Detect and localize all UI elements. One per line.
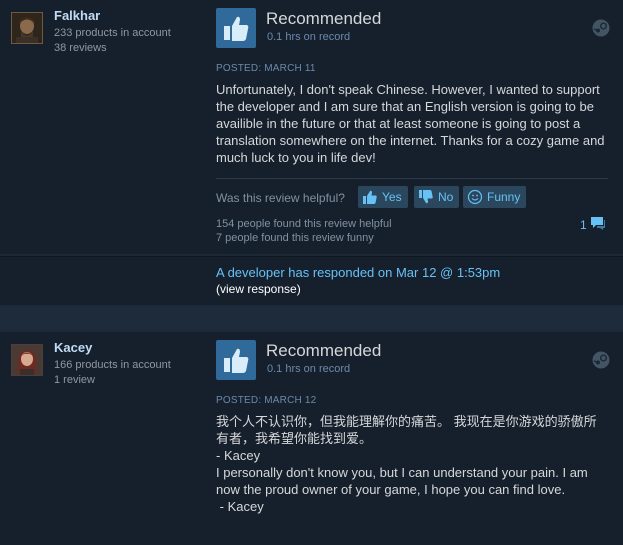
hours-on-record: 0.1 hrs on record <box>267 31 351 43</box>
author-products[interactable]: 233 products in account <box>54 26 171 41</box>
comments-button[interactable]: 1 <box>580 215 606 234</box>
vote-no-label: No <box>438 190 454 204</box>
developer-response-panel <box>0 256 623 305</box>
vote-funny-label: Funny <box>487 190 521 204</box>
author-reviews[interactable]: 38 reviews <box>54 41 107 56</box>
avatar[interactable] <box>11 12 43 44</box>
author-name[interactable]: Kacey <box>54 340 92 355</box>
divider <box>216 178 608 179</box>
developer-response-link[interactable]: A developer has responded on Mar 12 @ 1:… <box>216 265 500 280</box>
review-card: Kacey 166 products in account 1 review R… <box>0 332 623 545</box>
review-text: Unfortunately, I don't speak Chinese. Ho… <box>216 82 609 165</box>
author-name[interactable]: Falkhar <box>54 8 100 23</box>
helpful-count: 154 people found this review helpful <box>216 218 392 230</box>
review-text: 我个人不认识你，但我能理解你的痛苦。 我现在是你游戏的骄傲所有者，我希望你能找到… <box>216 414 597 514</box>
view-response-link[interactable]: (view response) <box>216 282 301 296</box>
steam-logo-icon <box>592 351 610 369</box>
posted-date: POSTED: MARCH 12 <box>216 395 317 406</box>
review-card: Falkhar 233 products in account 38 revie… <box>0 0 623 254</box>
author-products[interactable]: 166 products in account <box>54 358 171 373</box>
vote-yes-button[interactable]: Yes <box>358 186 408 208</box>
recommendation-title[interactable]: Recommended <box>266 341 381 361</box>
author-reviews[interactable]: 1 review <box>54 373 95 388</box>
recommendation-title[interactable]: Recommended <box>266 9 381 29</box>
comment-count: 1 <box>580 217 587 232</box>
review-separator <box>0 306 623 330</box>
hours-on-record: 0.1 hrs on record <box>267 363 351 375</box>
thumbs-up-icon <box>216 8 256 48</box>
avatar[interactable] <box>11 344 43 376</box>
comment-bubble-icon <box>590 215 606 234</box>
smiley-icon <box>467 189 483 205</box>
thumbs-up-icon <box>362 189 378 205</box>
thumbs-up-icon <box>216 340 256 380</box>
helpful-prompt: Was this review helpful? <box>216 191 345 205</box>
vote-funny-button[interactable]: Funny <box>463 186 527 208</box>
vote-yes-label: Yes <box>382 190 402 204</box>
vote-no-button[interactable]: No <box>414 186 460 208</box>
steam-logo-icon <box>592 19 610 37</box>
posted-date: POSTED: MARCH 11 <box>216 63 316 74</box>
funny-count: 7 people found this review funny <box>216 232 374 244</box>
thumbs-down-icon <box>418 189 434 205</box>
